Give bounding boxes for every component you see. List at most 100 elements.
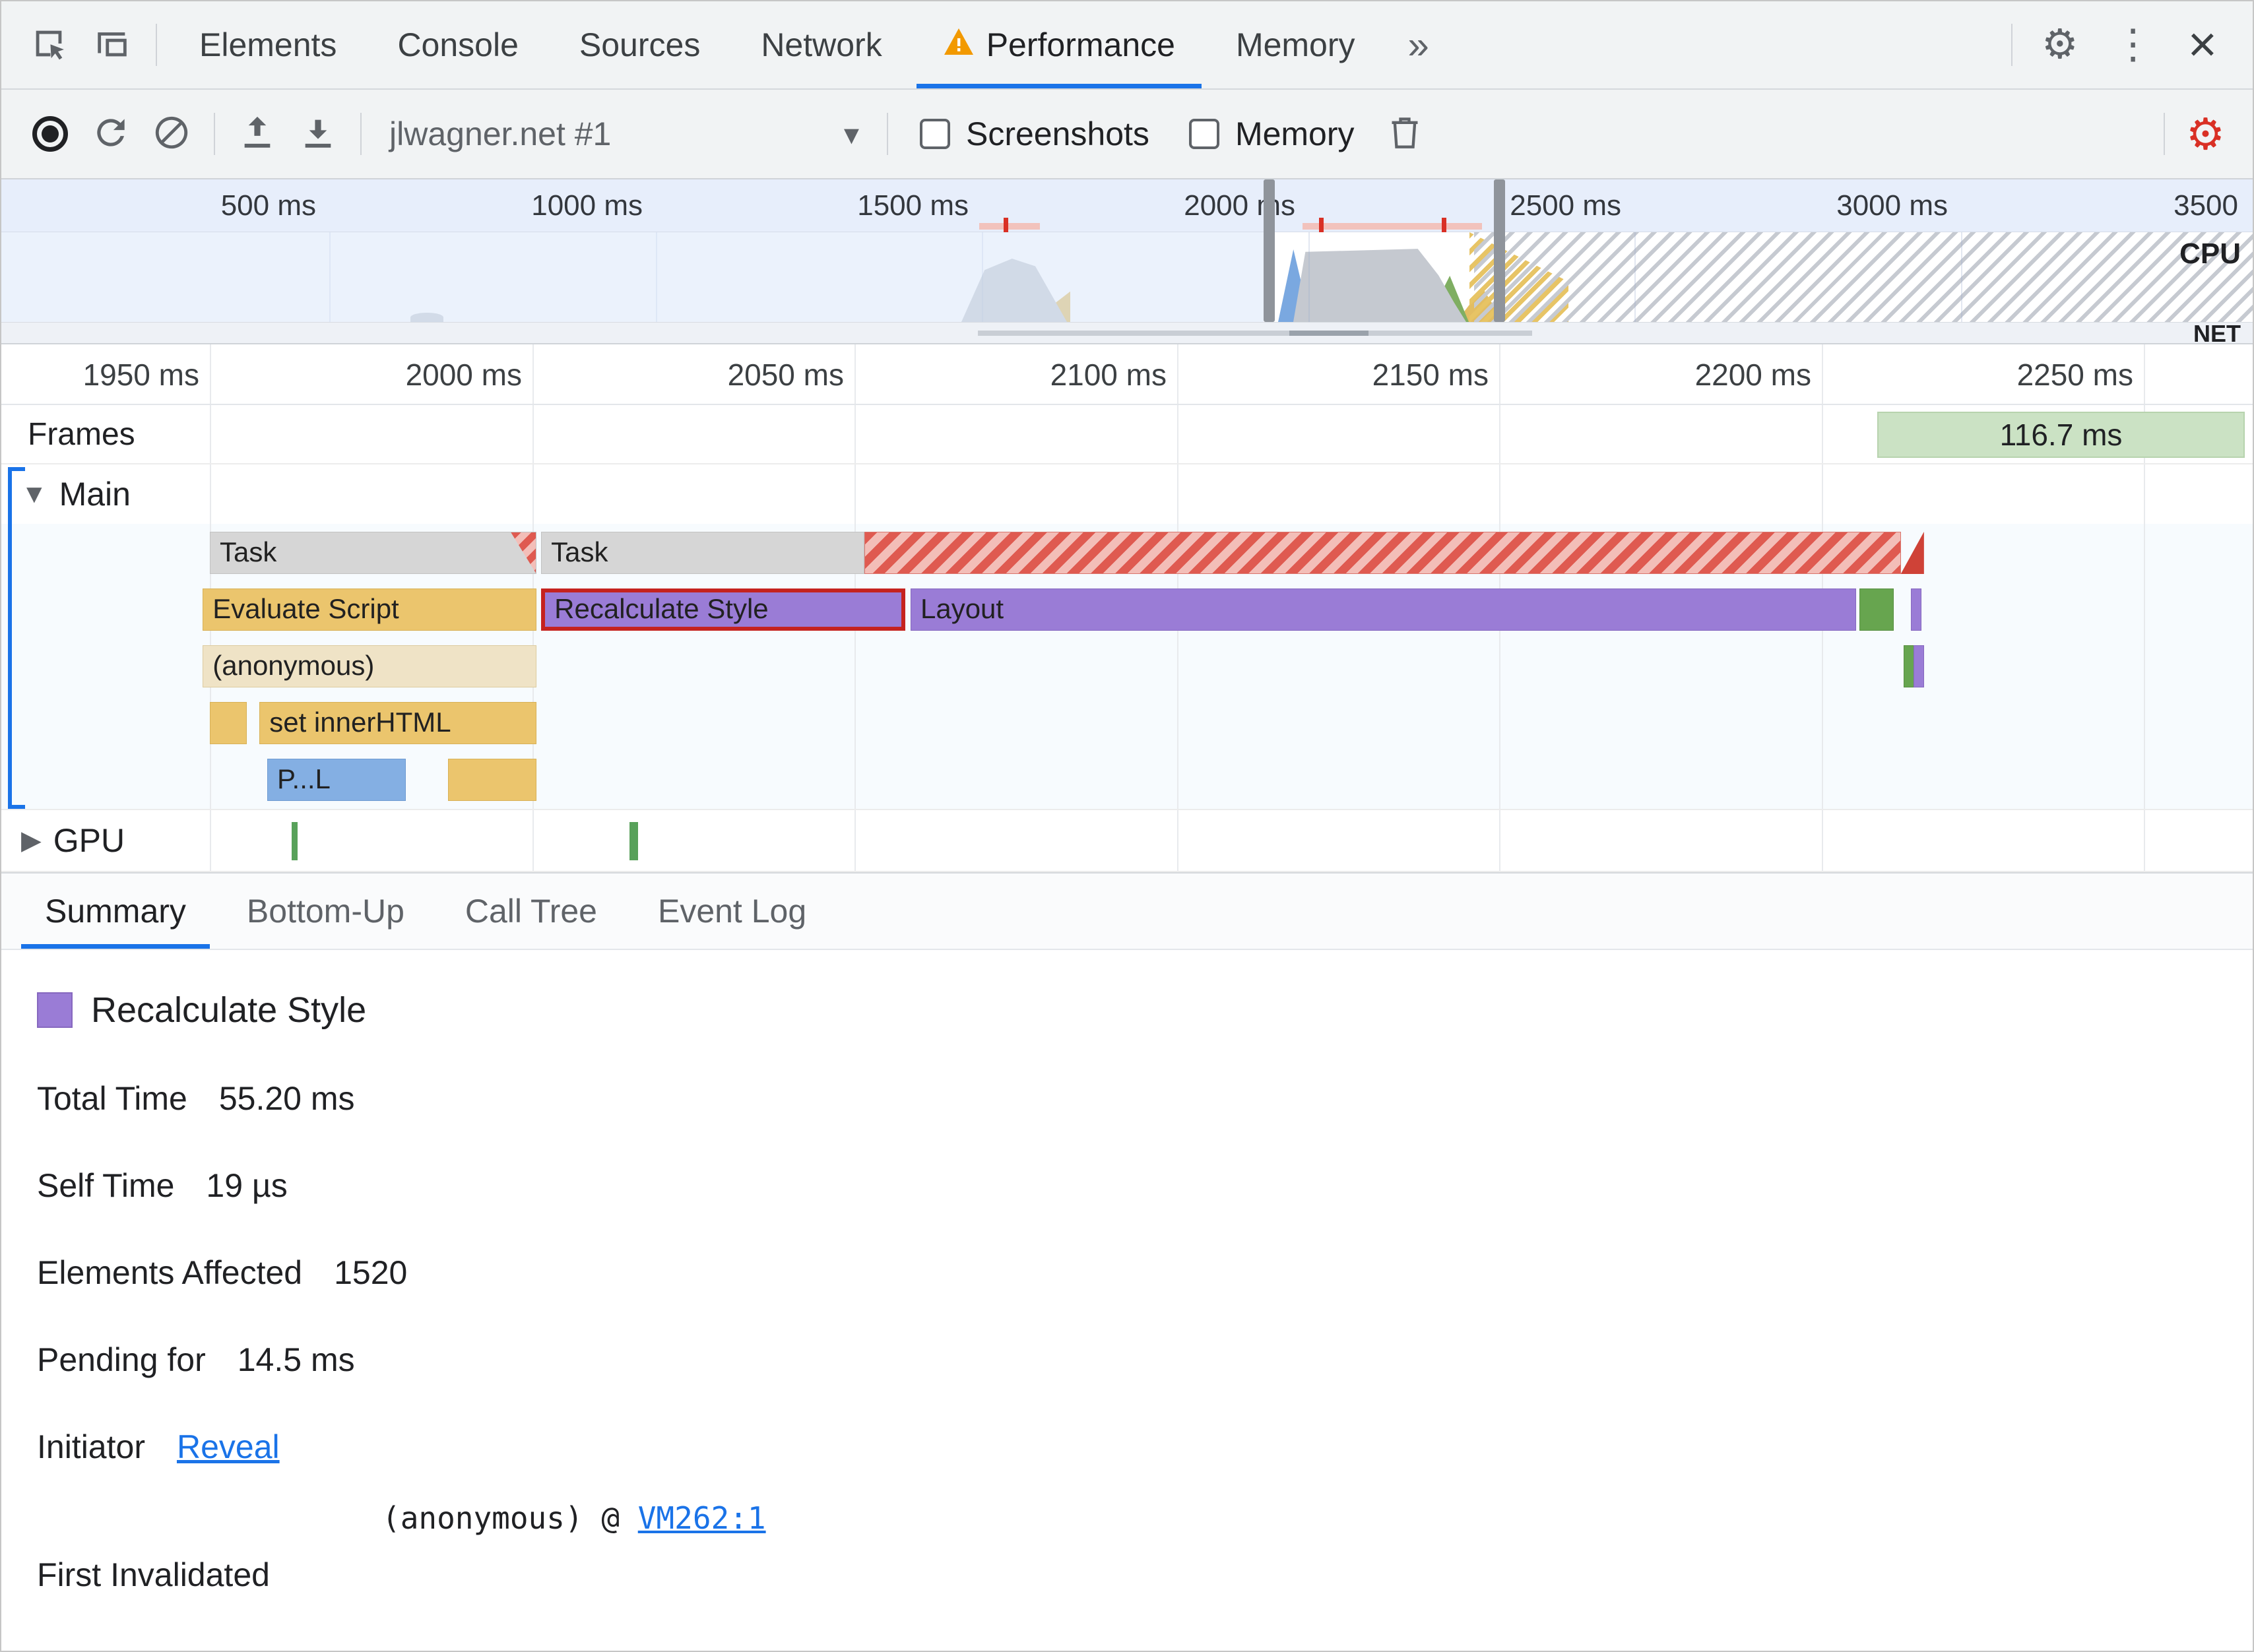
- main-track-toggle[interactable]: ▼ Main: [21, 464, 131, 524]
- tab-label: Call Tree: [465, 893, 597, 930]
- flame-bar-paint[interactable]: [1859, 588, 1894, 631]
- session-select[interactable]: jlwagner.net #1 ▾: [373, 115, 875, 153]
- tab-elements[interactable]: Elements: [169, 1, 367, 88]
- tab-memory[interactable]: Memory: [1206, 1, 1386, 88]
- memory-checkbox[interactable]: Memory: [1188, 115, 1355, 153]
- gpu-track-toggle[interactable]: ▶ GPU: [21, 810, 125, 871]
- selection-handle-right[interactable]: [1494, 179, 1505, 322]
- first-invalidated-row: (anonymous) @ VM262:1 First Invalidated: [37, 1500, 2226, 1599]
- event-marker: [1319, 218, 1324, 232]
- flame-bar-script[interactable]: [447, 759, 537, 801]
- gpu-track: ▶ GPU: [1, 809, 2253, 872]
- tab-sources[interactable]: Sources: [549, 1, 730, 88]
- device-toolbar-icon: [93, 24, 131, 66]
- stat-label: First Invalidated: [37, 1556, 270, 1593]
- flame-bar-layout[interactable]: Layout: [910, 588, 1857, 631]
- inspect-element-button[interactable]: [17, 1, 80, 88]
- long-task-end-flag: [511, 532, 536, 573]
- flame-bar-render[interactable]: [1914, 645, 1925, 687]
- devtools-tabbar: Elements Console Sources Network Perform…: [1, 1, 2253, 90]
- detail-tick-label: 2000 ms: [405, 358, 522, 392]
- detail-tick-label: 2100 ms: [1050, 358, 1167, 392]
- device-toolbar-button[interactable]: [80, 1, 144, 88]
- tab-console[interactable]: Console: [367, 1, 548, 88]
- timeline-overview[interactable]: 500 ms 1000 ms 1500 ms 2000 ms 2500 ms 3…: [1, 179, 2253, 344]
- flame-bar-longtask-end[interactable]: [1900, 532, 1924, 574]
- save-profile-button[interactable]: [288, 104, 348, 164]
- tab-event-log[interactable]: Event Log: [628, 874, 837, 949]
- tab-bottom-up[interactable]: Bottom-Up: [216, 874, 435, 949]
- gear-icon: ⚙: [2042, 22, 2078, 67]
- record-button[interactable]: [20, 104, 80, 164]
- tab-label: Sources: [579, 26, 701, 63]
- flame-bar-evaluate-script[interactable]: Evaluate Script: [203, 588, 537, 631]
- separator: [214, 113, 215, 155]
- main-track-label: Main: [59, 476, 131, 513]
- garbage-collect-button[interactable]: [1374, 104, 1435, 164]
- selected-event-name: Recalculate Style: [91, 990, 367, 1030]
- track-selection-bracket: [8, 467, 25, 809]
- selection-handle-left[interactable]: [1264, 179, 1275, 322]
- separator: [887, 113, 888, 155]
- details-tabbar: Summary Bottom-Up Call Tree Event Log: [1, 872, 2253, 950]
- upload-icon: [238, 113, 276, 155]
- close-devtools-button[interactable]: ×: [2171, 20, 2234, 70]
- tab-label: Performance: [986, 26, 1175, 63]
- warning-icon: [943, 26, 975, 64]
- active-tab-underline: [916, 84, 1202, 88]
- reload-and-record-button[interactable]: [80, 104, 141, 164]
- overview-tick-label: 1500 ms: [857, 189, 969, 222]
- overview-tick-label: 3500: [2174, 189, 2238, 222]
- flame-bar-task[interactable]: Task: [541, 532, 864, 574]
- flame-bar-render[interactable]: [1911, 588, 1922, 631]
- cpu-label: CPU: [2179, 238, 2241, 270]
- long-task-marker: [979, 223, 1040, 230]
- flame-chart-panel[interactable]: 1950 ms 2000 ms 2050 ms 2100 ms 2150 ms …: [1, 344, 2253, 872]
- detail-tick-label: 2200 ms: [1694, 358, 1811, 392]
- initiator-row: Initiator Reveal: [37, 1428, 2226, 1466]
- overview-tick-label: 500 ms: [220, 189, 316, 222]
- flame-bar-longtask[interactable]: [864, 532, 1901, 574]
- screenshots-checkbox[interactable]: Screenshots: [920, 115, 1149, 153]
- performance-toolbar: jlwagner.net #1 ▾ Screenshots Memory ⚙: [1, 90, 2253, 179]
- tab-call-tree[interactable]: Call Tree: [435, 874, 628, 949]
- flame-bar-anonymous[interactable]: (anonymous): [203, 645, 537, 687]
- more-tabs-button[interactable]: »: [1386, 1, 1452, 88]
- flame-bar-paint[interactable]: [1903, 645, 1914, 687]
- event-marker: [1442, 218, 1446, 232]
- toolbar-right-controls: ⚙: [2152, 112, 2234, 156]
- cpu-busy-hatch: [1474, 232, 2253, 322]
- tab-network[interactable]: Network: [730, 1, 912, 88]
- frame-duration-label: 116.7 ms: [1999, 418, 2123, 452]
- flame-bar-task[interactable]: Task: [210, 532, 537, 574]
- tab-performance[interactable]: Performance: [913, 1, 1206, 88]
- frames-track-label: Frames: [28, 416, 135, 452]
- tab-label: Bottom-Up: [246, 893, 404, 930]
- detail-tick-label: 1950 ms: [82, 358, 199, 392]
- stat-value: 14.5 ms: [237, 1341, 355, 1378]
- flame-bar-p-l[interactable]: P...L: [267, 759, 406, 801]
- clear-recording-button[interactable]: [141, 104, 202, 164]
- tab-summary[interactable]: Summary: [15, 874, 216, 949]
- stat-value: 1520: [334, 1254, 408, 1291]
- capture-settings-button[interactable]: ⚙: [2177, 112, 2234, 156]
- tabbar-right-controls: ⚙ ⋮ ×: [1999, 1, 2253, 88]
- load-profile-button[interactable]: [227, 104, 288, 164]
- tab-label: Memory: [1235, 26, 1355, 63]
- flame-bar-recalculate-style[interactable]: Recalculate Style: [541, 588, 906, 631]
- frame-duration-block[interactable]: 116.7 ms: [1877, 412, 2245, 458]
- stack-frame-source-link[interactable]: VM262:1: [638, 1500, 766, 1536]
- flame-bar-set-innerhtml[interactable]: set innerHTML: [259, 702, 537, 744]
- stat-label: Elements Affected: [37, 1254, 303, 1291]
- flame-bar-script[interactable]: [210, 702, 247, 744]
- gpu-activity-tick: [292, 822, 298, 860]
- overflow-menu-button[interactable]: ⋮: [2096, 24, 2171, 65]
- stat-label: Pending for: [37, 1341, 206, 1378]
- summary-stat-row: Elements Affected 1520: [37, 1254, 2226, 1292]
- inspect-icon: [30, 24, 68, 66]
- overview-dimmed-region: [1, 232, 1264, 322]
- triangle-down-icon: ▼: [21, 479, 48, 509]
- settings-button[interactable]: ⚙: [2024, 24, 2096, 65]
- reveal-link[interactable]: Reveal: [177, 1428, 280, 1466]
- tab-label: Console: [397, 26, 519, 63]
